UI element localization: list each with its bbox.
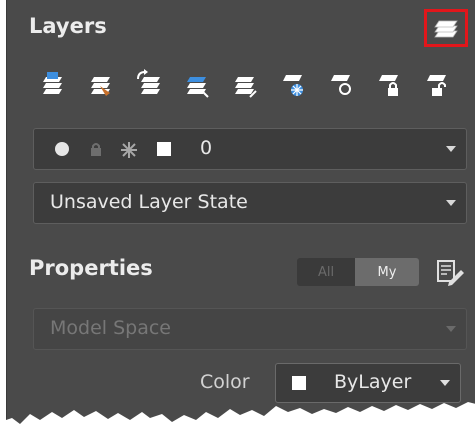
- current-layer-dropdown[interactable]: 0: [33, 128, 467, 170]
- space-value: Model Space: [50, 317, 171, 339]
- on-bulb-icon: [55, 142, 69, 156]
- color-swatch-icon: [157, 142, 171, 156]
- layer-properties-icon[interactable]: [33, 62, 73, 106]
- toggle-my-button[interactable]: My: [355, 258, 419, 286]
- current-layer-name: 0: [200, 137, 213, 159]
- match-layer-icon[interactable]: [81, 62, 121, 106]
- layer-toolbar: [33, 62, 473, 106]
- chevron-down-icon: [446, 146, 456, 152]
- color-label: Color: [200, 371, 250, 393]
- layer-unlock-icon[interactable]: [417, 62, 457, 106]
- layer-off-icon[interactable]: [321, 62, 361, 106]
- space-dropdown[interactable]: Model Space: [33, 308, 467, 350]
- layers-stack-icon: [434, 20, 458, 38]
- layer-state-value: Unsaved Layer State: [50, 191, 248, 213]
- layer-unisolate-icon[interactable]: [225, 62, 265, 106]
- chevron-down-icon: [446, 326, 456, 332]
- freeze-sun-icon: [121, 142, 137, 158]
- previous-layer-icon[interactable]: [129, 62, 169, 106]
- toggle-all-button[interactable]: All: [297, 258, 355, 286]
- lock-icon: [91, 143, 101, 156]
- color-swatch: [292, 376, 306, 390]
- layer-freeze-icon[interactable]: [273, 62, 313, 106]
- tool-palette-panel: Layers 0 Unsaved Layer State Properties …: [6, 0, 475, 438]
- layer-isolate-icon[interactable]: [177, 62, 217, 106]
- color-value: ByLayer: [334, 371, 412, 393]
- properties-section-title: Properties: [29, 256, 153, 280]
- chevron-down-icon: [440, 380, 450, 386]
- torn-edge-decoration: [0, 402, 476, 438]
- layers-stack-button[interactable]: [424, 9, 468, 47]
- edit-properties-button[interactable]: [435, 257, 465, 287]
- layer-lock-icon[interactable]: [369, 62, 409, 106]
- edit-list-icon: [437, 260, 464, 286]
- layers-section-title: Layers: [29, 14, 107, 38]
- color-dropdown[interactable]: ByLayer: [275, 363, 461, 403]
- chevron-down-icon: [446, 200, 456, 206]
- layer-state-dropdown[interactable]: Unsaved Layer State: [33, 182, 467, 224]
